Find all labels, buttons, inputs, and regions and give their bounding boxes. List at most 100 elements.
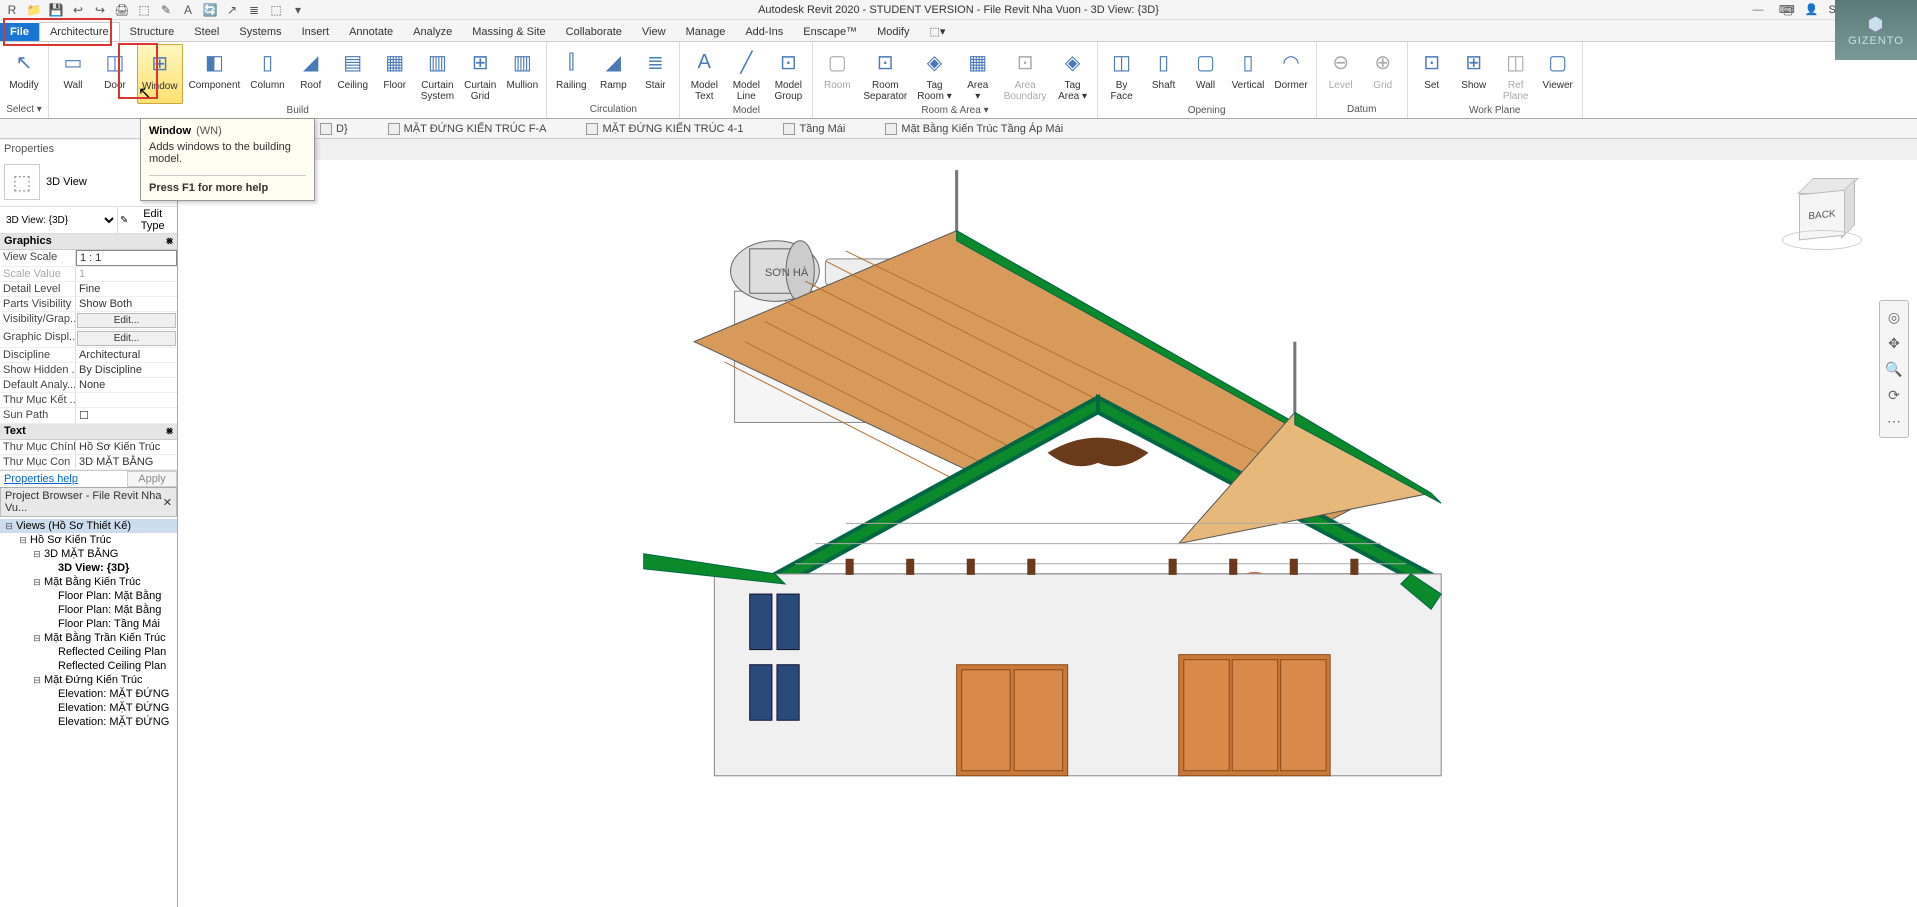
- view-instance-selector[interactable]: 3D View: {3D}: [0, 207, 117, 233]
- ribbon-tab-systems[interactable]: Systems: [229, 23, 291, 41]
- ribbon-tab-enscape-[interactable]: Enscape™: [793, 23, 867, 41]
- ribbon-tab-view[interactable]: View: [632, 23, 676, 41]
- tree-item[interactable]: ⊟Mặt Bằng Kiến Trúc: [0, 575, 177, 589]
- property-value[interactable]: Architectural: [76, 348, 177, 362]
- properties-help-link[interactable]: Properties help: [0, 471, 127, 487]
- ramp-button[interactable]: ◢Ramp: [593, 44, 633, 103]
- tree-item[interactable]: Reflected Ceiling Plan: [0, 645, 177, 659]
- ribbon-tab-file[interactable]: File: [0, 23, 39, 41]
- view-tab[interactable]: MẶT ĐỨNG KIẾN TRÚC F-A: [388, 123, 547, 135]
- dormer-button[interactable]: ◠Dormer: [1270, 44, 1311, 104]
- set-button[interactable]: ⊡Set: [1412, 44, 1452, 104]
- door-button[interactable]: ◫Door: [95, 44, 135, 104]
- tree-item[interactable]: Floor Plan: Mặt Bằng: [0, 603, 177, 617]
- qat-button[interactable]: ✎: [158, 2, 174, 18]
- property-section-header[interactable]: Text⨳: [0, 424, 177, 440]
- full-nav-wheel-icon[interactable]: ◎: [1884, 307, 1904, 327]
- show-button[interactable]: ⊞Show: [1454, 44, 1494, 104]
- property-value[interactable]: [76, 393, 177, 407]
- ribbon-tab-collaborate[interactable]: Collaborate: [556, 23, 632, 41]
- qat-button[interactable]: A: [180, 2, 196, 18]
- qat-button[interactable]: ≣: [246, 2, 262, 18]
- tree-item[interactable]: Reflected Ceiling Plan: [0, 659, 177, 673]
- pan-icon[interactable]: ✥: [1884, 333, 1904, 353]
- view-tab[interactable]: Mặt Bằng Kiến Trúc Tầng Áp Mái: [885, 123, 1063, 135]
- ribbon-tab-annotate[interactable]: Annotate: [339, 23, 403, 41]
- minimize-button[interactable]: —: [1743, 0, 1773, 20]
- wall-button[interactable]: ▭Wall: [53, 44, 93, 104]
- vertical-button[interactable]: ▯Vertical: [1228, 44, 1269, 104]
- property-value[interactable]: 1 : 1: [76, 250, 177, 266]
- property-section-header[interactable]: Graphics⨳: [0, 234, 177, 250]
- tree-toggle-icon[interactable]: ⊟: [18, 535, 28, 546]
- model-button[interactable]: AModelText: [684, 44, 724, 104]
- ribbon-tab-massing-site[interactable]: Massing & Site: [462, 23, 555, 41]
- property-row[interactable]: Thư Mục ChínhHồ Sơ Kiến Trúc: [0, 440, 177, 455]
- qat-button[interactable]: 💾: [48, 2, 64, 18]
- property-value[interactable]: 1: [76, 267, 177, 281]
- property-row[interactable]: Default Analy...None: [0, 378, 177, 393]
- tree-toggle-icon[interactable]: ⊟: [32, 633, 42, 644]
- property-value[interactable]: Edit...: [77, 331, 176, 346]
- more-icon[interactable]: ⋯: [1884, 411, 1904, 431]
- property-row[interactable]: Graphic Displ...Edit...: [0, 330, 177, 348]
- stair-button[interactable]: ≣Stair: [635, 44, 675, 103]
- curtain-button[interactable]: ▥CurtainSystem: [417, 44, 458, 104]
- property-row[interactable]: Parts VisibilityShow Both: [0, 297, 177, 312]
- zoom-icon[interactable]: 🔍: [1884, 359, 1904, 379]
- tree-item[interactable]: Elevation: MẶT ĐỨNG: [0, 715, 177, 729]
- room-button[interactable]: ⊡RoomSeparator: [859, 44, 911, 104]
- curtain-button[interactable]: ⊞CurtainGrid: [460, 44, 500, 104]
- property-value[interactable]: By Discipline: [76, 363, 177, 377]
- tree-item[interactable]: ⊟Views (Hồ Sơ Thiết Kế): [0, 519, 177, 533]
- ribbon-tab--[interactable]: ⬚▾: [919, 22, 955, 41]
- model-button[interactable]: ╱ModelLine: [726, 44, 766, 104]
- viewer-button[interactable]: ▢Viewer: [1538, 44, 1578, 104]
- property-value[interactable]: Fine: [76, 282, 177, 296]
- edit-type-button[interactable]: ✎ Edit Type: [117, 207, 177, 233]
- qat-button[interactable]: ↗: [224, 2, 240, 18]
- qat-button[interactable]: ⬚: [268, 2, 284, 18]
- close-icon[interactable]: ✕: [163, 496, 172, 509]
- ribbon-tab-add-ins[interactable]: Add-Ins: [735, 23, 793, 41]
- property-value[interactable]: 3D MẶT BẰNG: [76, 455, 177, 469]
- property-row[interactable]: Scale Value1: [0, 267, 177, 282]
- apply-button[interactable]: Apply: [127, 471, 177, 487]
- shaft-button[interactable]: ▯Shaft: [1144, 44, 1184, 104]
- tree-item[interactable]: Elevation: MẶT ĐỨNG: [0, 687, 177, 701]
- qat-button[interactable]: ⬚: [136, 2, 152, 18]
- tree-item[interactable]: Floor Plan: Tầng Mái: [0, 617, 177, 631]
- qat-button[interactable]: 📁: [26, 2, 42, 18]
- property-row[interactable]: View Scale1 : 1: [0, 250, 177, 267]
- property-row[interactable]: Thư Mục Con3D MẶT BẰNG: [0, 455, 177, 470]
- by-button[interactable]: ◫ByFace: [1102, 44, 1142, 104]
- property-row[interactable]: Show Hidden ...By Discipline: [0, 363, 177, 378]
- tree-item[interactable]: ⊟3D MẶT BẰNG: [0, 547, 177, 561]
- qat-button[interactable]: 🖨: [114, 2, 130, 18]
- ribbon-tab-structure[interactable]: Structure: [120, 23, 185, 41]
- window-button[interactable]: ⊞Window: [137, 44, 183, 104]
- ribbon-tab-analyze[interactable]: Analyze: [403, 23, 462, 41]
- ribbon-tab-manage[interactable]: Manage: [676, 23, 736, 41]
- tree-toggle-icon[interactable]: ⊟: [32, 549, 42, 560]
- tree-item[interactable]: Elevation: MẶT ĐỨNG: [0, 701, 177, 715]
- qat-button[interactable]: 🔄: [202, 2, 218, 18]
- qat-button[interactable]: ↪: [92, 2, 108, 18]
- tag-button[interactable]: ◈TagArea ▾: [1053, 44, 1093, 104]
- tree-toggle-icon[interactable]: ⊟: [4, 521, 14, 532]
- property-row[interactable]: Visibility/Grap...Edit...: [0, 312, 177, 330]
- property-row[interactable]: Thư Mục Kết ...: [0, 393, 177, 408]
- component-button[interactable]: ◧Component: [185, 44, 245, 104]
- tag-button[interactable]: ◈TagRoom ▾: [913, 44, 955, 104]
- railing-button[interactable]: ⫿Railing: [551, 44, 591, 103]
- tree-toggle-icon[interactable]: ⊟: [32, 675, 42, 686]
- modify-button[interactable]: ↖Modify: [4, 44, 44, 103]
- column-button[interactable]: ▯Column: [246, 44, 288, 104]
- tree-item[interactable]: 3D View: {3D}: [0, 561, 177, 575]
- property-row[interactable]: DisciplineArchitectural: [0, 348, 177, 363]
- view-tab[interactable]: D}: [320, 123, 348, 135]
- tree-item[interactable]: ⊟Mặt Bằng Trần Kiến Trúc: [0, 631, 177, 645]
- roof-button[interactable]: ◢Roof: [291, 44, 331, 104]
- property-value[interactable]: Show Both: [76, 297, 177, 311]
- model-button[interactable]: ⊡ModelGroup: [768, 44, 808, 104]
